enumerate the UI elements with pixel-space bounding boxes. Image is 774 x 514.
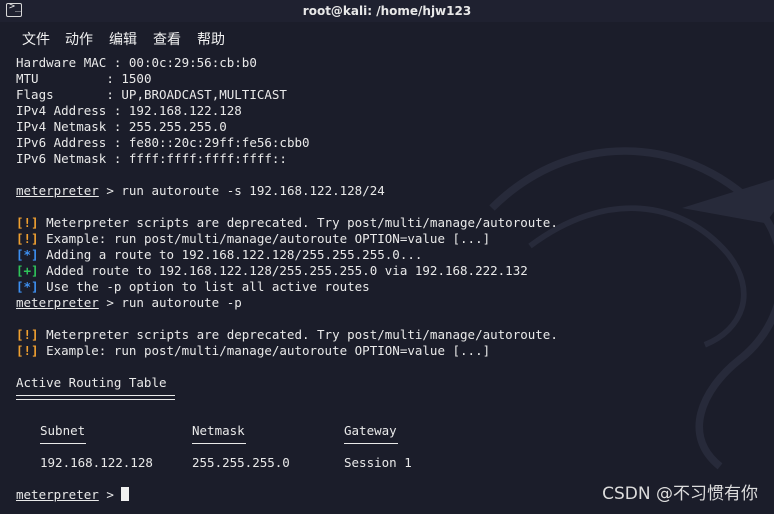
active-prompt-line[interactable]: meterpreter > [16,487,130,503]
iface-flags: Flags : UP,BROADCAST,MULTICAST [16,87,287,102]
output-line: [!] Meterpreter scripts are deprecated. … [16,327,558,342]
output-line: [!] Example: run post/multi/manage/autor… [16,231,491,246]
prompt: meterpreter [16,295,99,310]
output-line: [!] Example: run post/multi/manage/autor… [16,343,491,358]
command-text: run autoroute -s 192.168.122.128/24 [121,183,385,198]
routing-table-title: Active Routing Table [16,375,167,390]
warning-tag: [!] [16,231,39,246]
warning-tag: [!] [16,343,39,358]
output-line: [*] Adding a route to 192.168.122.128/25… [16,247,423,262]
warning-tag: [!] [16,327,39,342]
header-underline [40,443,86,444]
table-cell-netmask: 255.255.255.0 [192,455,290,470]
text-cursor [121,487,130,501]
title-bar: >_ root@kali: /home/hjw123 [0,0,774,22]
header-underline [192,443,246,444]
success-tag: [+] [16,263,39,278]
iface-ipv4-netmask: IPv4 Netmask : 255.255.255.0 [16,119,227,134]
iface-hardware-mac: Hardware MAC : 00:0c:29:56:cb:b0 [16,55,257,70]
command-line: meterpreter > run autoroute -p [16,295,242,310]
command-text: run autoroute -p [121,295,242,310]
window-title: root@kali: /home/hjw123 [302,4,472,18]
table-cell-gateway: Session 1 [344,455,412,470]
column-header-netmask: Netmask [192,423,245,438]
table-cell-subnet: 192.168.122.128 [40,455,153,470]
column-header-gateway: Gateway [344,423,397,438]
kali-dragon-watermark-icon [489,147,774,470]
column-header-subnet: Subnet [40,423,86,438]
prompt: meterpreter [16,183,99,198]
output-line: [*] Use the -p option to list all active… [16,279,370,294]
title-underline [16,395,175,400]
info-tag: [*] [16,247,39,262]
menu-file[interactable]: 文件 [22,29,50,49]
warning-tag: [!] [16,215,39,230]
info-tag: [*] [16,279,39,294]
menu-edit[interactable]: 编辑 [109,29,137,49]
menu-action[interactable]: 动作 [65,29,93,49]
iface-ipv4-address: IPv4 Address : 192.168.122.128 [16,103,242,118]
output-line: [+] Added route to 192.168.122.128/255.2… [16,263,528,278]
menu-bar: 文件 动作 编辑 查看 帮助 [0,22,774,52]
iface-ipv6-netmask: IPv6 Netmask : ffff:ffff:ffff:ffff:: [16,151,287,166]
header-underline [344,443,398,444]
iface-ipv6-address: IPv6 Address : fe80::20c:29ff:fe56:cbb0 [16,135,310,150]
terminal-output[interactable]: Hardware MAC : 00:0c:29:56:cb:b0 MTU : 1… [0,54,774,514]
menu-help[interactable]: 帮助 [197,29,225,49]
output-line: [!] Meterpreter scripts are deprecated. … [16,215,558,230]
csdn-watermark: CSDN @不习惯有你 [602,484,758,504]
prompt: meterpreter [16,487,99,502]
iface-mtu: MTU : 1500 [16,71,152,86]
menu-view[interactable]: 查看 [153,29,181,49]
command-line: meterpreter > run autoroute -s 192.168.1… [16,183,385,198]
